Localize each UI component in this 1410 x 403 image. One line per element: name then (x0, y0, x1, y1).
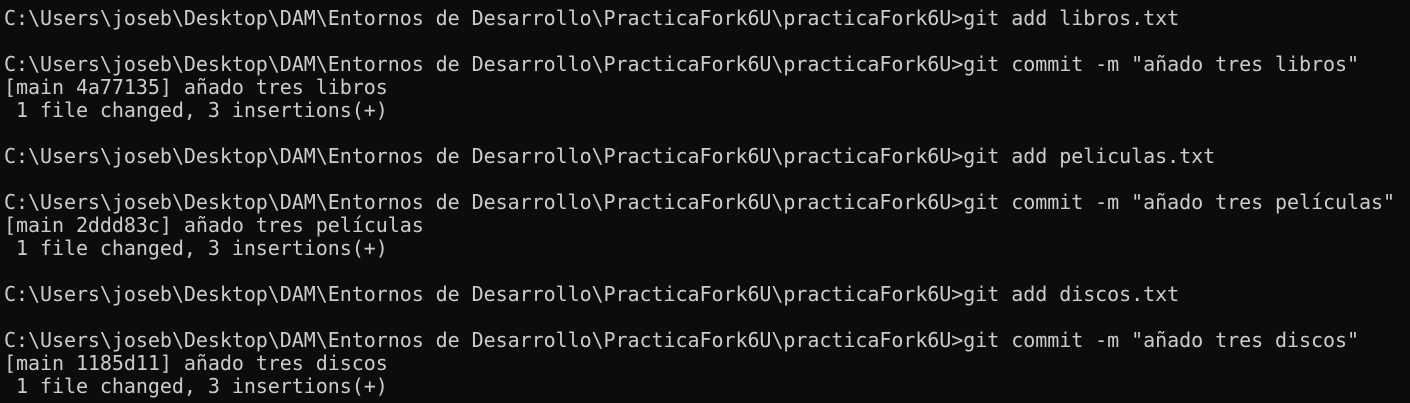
terminal-line: [main 4a77135] añado tres libros (4, 75, 388, 99)
terminal-line: C:\Users\joseb\Desktop\DAM\Entornos de D… (4, 144, 1216, 168)
terminal-line: 1 file changed, 3 insertions(+) (4, 374, 388, 398)
terminal-line: C:\Users\joseb\Desktop\DAM\Entornos de D… (4, 6, 1180, 30)
terminal-line: [main 1185d11] añado tres discos (4, 351, 388, 375)
terminal-line: C:\Users\joseb\Desktop\DAM\Entornos de D… (4, 282, 1180, 306)
terminal-line: 1 file changed, 3 insertions(+) (4, 236, 388, 260)
terminal-line: [main 2ddd83c] añado tres películas (4, 213, 424, 237)
terminal-line: 1 file changed, 3 insertions(+) (4, 98, 388, 122)
terminal-output[interactable]: C:\Users\joseb\Desktop\DAM\Entornos de D… (0, 0, 1410, 403)
terminal-line: C:\Users\joseb\Desktop\DAM\Entornos de D… (4, 52, 1359, 76)
terminal-line: C:\Users\joseb\Desktop\DAM\Entornos de D… (4, 190, 1395, 214)
terminal-line: C:\Users\joseb\Desktop\DAM\Entornos de D… (4, 328, 1359, 352)
